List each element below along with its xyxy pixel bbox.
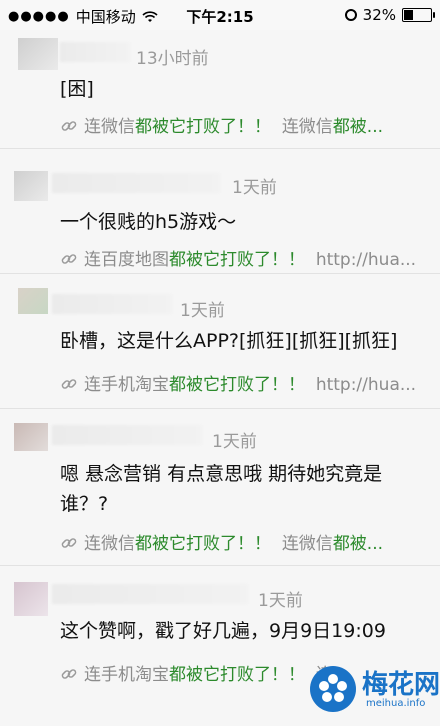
link-prefix: 连手机淘宝 — [84, 665, 169, 685]
avatar[interactable] — [14, 423, 48, 451]
avatar[interactable] — [14, 171, 48, 201]
link-highlight: 都被它打败了！！ — [169, 250, 305, 270]
comment-time: 1天前 — [212, 432, 257, 452]
alarm-icon — [344, 9, 357, 21]
username-blurred[interactable] — [52, 173, 220, 193]
watermark-en: meihua.info — [366, 698, 426, 709]
username-blurred[interactable] — [52, 294, 172, 314]
link-suffix: http://hua... — [315, 250, 417, 270]
link-suffix: http://hua... — [315, 375, 417, 395]
comment-text: 一个很贱的h5游戏～ — [60, 211, 237, 233]
comment-item[interactable]: 13小时前 [困] 连微信都被它打败了！！ 连微信都被... — [0, 30, 440, 149]
username-blurred[interactable] — [60, 42, 130, 62]
shared-link[interactable]: 连微信都被它打败了！！ 连微信都被... — [60, 112, 428, 138]
comment-item[interactable]: 1天前 嗯 悬念营销 有点意思哦 期待她究竟是谁？? 连微信都被它打败了！！ 连… — [0, 409, 440, 566]
link-prefix: 连微信 — [84, 534, 135, 554]
comment-time: 1天前 — [180, 301, 225, 321]
shared-link[interactable]: 连微信都被它打败了！！ 连微信都被... — [60, 529, 428, 555]
comment-text: 嗯 悬念营销 有点意思哦 期待她究竟是谁？? — [60, 463, 383, 515]
battery-percent: 32% — [362, 6, 396, 24]
shared-link[interactable]: 连百度地图都被它打败了！！ http://hua... — [60, 245, 428, 271]
comment-time: 1天前 — [258, 591, 303, 611]
comment-text: [困] — [60, 78, 94, 100]
link-end: 都被... — [332, 534, 384, 554]
link-icon — [61, 253, 77, 264]
link-icon — [61, 668, 77, 679]
avatar[interactable] — [14, 582, 48, 616]
battery-icon — [402, 8, 435, 22]
comment-text: 这个赞啊，戳了好几遍，9月9日19:09 — [60, 620, 386, 642]
avatar[interactable] — [18, 38, 58, 70]
link-suffix: 连微信 — [281, 117, 333, 137]
link-prefix: 连手机淘宝 — [84, 375, 169, 395]
username-blurred[interactable] — [52, 425, 202, 445]
comment-feed: 13小时前 [困] 连微信都被它打败了！！ 连微信都被... 1天前 一个很贱的… — [0, 30, 440, 726]
username-blurred[interactable] — [52, 584, 248, 604]
watermark-logo: 梅花网 meihua.info — [300, 658, 440, 722]
plum-flower-icon — [310, 666, 356, 712]
comment-item[interactable]: 1天前 一个很贱的h5游戏～ 连百度地图都被它打败了！！ http://hua.… — [0, 149, 440, 274]
link-icon — [61, 120, 77, 131]
link-highlight: 都被它打败了！！ — [135, 534, 271, 554]
comment-text: 卧槽，这是什么APP?[抓狂][抓狂][抓狂] — [60, 330, 398, 352]
link-highlight: 都被它打败了！！ — [169, 375, 305, 395]
comment-item[interactable]: 1天前 卧槽，这是什么APP?[抓狂][抓狂][抓狂] 连手机淘宝都被它打败了！… — [0, 274, 440, 409]
comment-time: 1天前 — [232, 178, 277, 198]
link-prefix: 连微信 — [84, 117, 135, 137]
link-suffix: 连微信 — [281, 534, 333, 554]
link-end: 都被... — [332, 117, 384, 137]
watermark-cn: 梅花网 — [362, 670, 440, 700]
link-prefix: 连百度地图 — [84, 250, 169, 270]
avatar[interactable] — [18, 288, 48, 314]
link-icon — [61, 378, 77, 389]
comment-time: 13小时前 — [136, 49, 209, 69]
status-bar: ●●●●● 中国移动 下午2:15 32% — [0, 0, 440, 30]
shared-link[interactable]: 连手机淘宝都被它打败了！！ 连手机... — [60, 660, 330, 686]
shared-link[interactable]: 连手机淘宝都被它打败了！！ http://hua... — [60, 370, 428, 396]
link-icon — [61, 537, 77, 548]
link-highlight: 都被它打败了！！ — [169, 665, 305, 685]
link-highlight: 都被它打败了！！ — [135, 117, 271, 137]
